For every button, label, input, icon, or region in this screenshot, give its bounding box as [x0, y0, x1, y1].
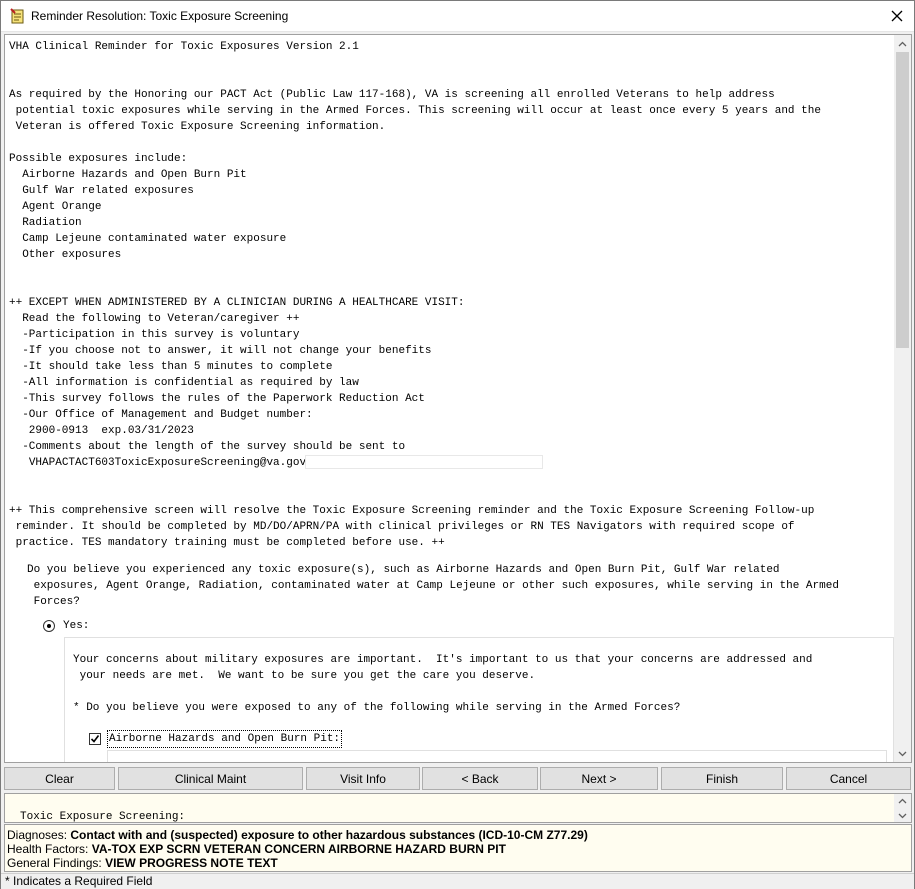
- email-address: VHAPACTACT603ToxicExposureScreening@va.g…: [28, 457, 307, 469]
- health-factors-label: Health Factors:: [7, 842, 89, 856]
- required-field-note: * Indicates a Required Field: [5, 874, 153, 888]
- back-button[interactable]: < Back: [422, 767, 538, 790]
- text-line: ++ This comprehensive screen will resolv…: [9, 505, 815, 517]
- button-bar: Clear Clinical Maint Visit Info < Back N…: [4, 767, 913, 791]
- text-line: Radiation: [9, 217, 82, 229]
- airborne-option[interactable]: Airborne Hazards and Open Burn Pit:: [89, 730, 343, 748]
- diagnoses-value: Contact with and (suspected) exposure to…: [70, 828, 588, 842]
- scroll-down-icon[interactable]: [894, 745, 911, 762]
- text-line: [9, 55, 821, 71]
- text-line: Possible exposures include:: [9, 153, 188, 165]
- general-findings-value: VIEW PROGRESS NOTE TEXT: [105, 856, 278, 870]
- cancel-button[interactable]: Cancel: [786, 767, 911, 790]
- text-line: Veteran is offered Toxic Exposure Screen…: [9, 121, 386, 133]
- airborne-checkbox[interactable]: [89, 733, 101, 745]
- text-line: -Our Office of Management and Budget num…: [9, 409, 313, 421]
- text-line: ++ EXCEPT WHEN ADMINISTERED BY A CLINICI…: [9, 297, 465, 309]
- clear-button[interactable]: Clear: [4, 767, 115, 790]
- exposure-question: Do you believe you experienced any toxic…: [27, 562, 839, 610]
- text-line: -All information is confidential as requ…: [9, 377, 359, 389]
- next-button[interactable]: Next >: [540, 767, 658, 790]
- text-line: Gulf War related exposures: [9, 185, 194, 197]
- concerns-line: * Do you believe you were exposed to any…: [73, 702, 681, 714]
- text-line: [9, 471, 821, 487]
- text-line: Agent Orange: [9, 201, 102, 213]
- preview-scrollbar[interactable]: [894, 794, 911, 822]
- window-title: Reminder Resolution: Toxic Exposure Scre…: [31, 9, 289, 23]
- diagnoses-label: Diagnoses:: [7, 828, 68, 842]
- finish-button[interactable]: Finish: [661, 767, 783, 790]
- text-line: -If you choose not to answer, it will no…: [9, 345, 432, 357]
- scroll-thumb[interactable]: [896, 52, 909, 348]
- clinical-maint-button[interactable]: Clinical Maint: [118, 767, 303, 790]
- text-line: [9, 71, 821, 87]
- text-line: practice. TES mandatory training must be…: [9, 537, 445, 549]
- yes-label: Yes:: [63, 620, 90, 632]
- concerns-line: Your concerns about military exposures a…: [73, 654, 813, 666]
- close-button[interactable]: [880, 1, 914, 31]
- checkmark-icon: [90, 735, 100, 743]
- yes-option[interactable]: Yes:: [43, 618, 89, 634]
- title-bar: Reminder Resolution: Toxic Exposure Scre…: [1, 1, 914, 32]
- resolution-info: Diagnoses: Contact with and (suspected) …: [4, 824, 912, 872]
- text-line: [9, 279, 821, 295]
- text-line: Camp Lejeune contaminated water exposure: [9, 233, 287, 245]
- question-line: Do you believe you experienced any toxic…: [27, 564, 780, 576]
- reminder-content[interactable]: VHA Clinical Reminder for Toxic Exposure…: [4, 34, 912, 763]
- text-line: Airborne Hazards and Open Burn Pit: [9, 169, 247, 181]
- close-icon: [891, 10, 903, 22]
- text-line: [9, 135, 821, 151]
- yes-subgroup: Your concerns about military exposures a…: [64, 637, 894, 762]
- intro-text: VHA Clinical Reminder for Toxic Exposure…: [9, 39, 821, 551]
- reminder-dialog: Reminder Resolution: Toxic Exposure Scre…: [0, 0, 915, 889]
- text-line: -Comments about the length of the survey…: [9, 441, 406, 453]
- text-line: Other exposures: [9, 249, 122, 261]
- content-scrollbar[interactable]: [894, 35, 911, 762]
- email-field[interactable]: [305, 455, 544, 469]
- scroll-down-icon[interactable]: [894, 807, 911, 822]
- text-line: potential toxic exposures while serving …: [9, 105, 821, 117]
- text-line: -It should take less than 5 minutes to c…: [9, 361, 333, 373]
- text-line: [9, 263, 821, 279]
- note-preview[interactable]: Toxic Exposure Screening:: [4, 793, 912, 823]
- question-line: exposures, Agent Orange, Radiation, cont…: [27, 580, 839, 592]
- text-line: 2900-0913 exp.03/31/2023: [9, 425, 194, 437]
- concerns-line: [73, 684, 812, 700]
- airborne-label: Airborne Hazards and Open Burn Pit:: [107, 730, 343, 748]
- general-findings-label: General Findings:: [7, 856, 102, 870]
- text-line: -Participation in this survey is volunta…: [9, 329, 300, 341]
- scroll-up-icon[interactable]: [894, 35, 911, 52]
- concerns-text: Your concerns about military exposures a…: [73, 652, 812, 716]
- email-line: VHAPACTACT603ToxicExposureScreening@va.g…: [9, 455, 821, 471]
- diagnoses-row: Diagnoses: Contact with and (suspected) …: [7, 828, 909, 842]
- health-factors-value: VA-TOX EXP SCRN VETERAN CONCERN AIRBORNE…: [91, 842, 506, 856]
- text-line: VHA Clinical Reminder for Toxic Exposure…: [9, 41, 359, 53]
- health-factors-row: Health Factors: VA-TOX EXP SCRN VETERAN …: [7, 842, 909, 856]
- general-findings-row: General Findings: VIEW PROGRESS NOTE TEX…: [7, 856, 909, 870]
- text-line: Read the following to Veteran/caregiver …: [9, 313, 300, 325]
- status-bar: * Indicates a Required Field: [1, 873, 914, 889]
- notepad-icon: [9, 8, 26, 25]
- yes-radio[interactable]: [43, 620, 55, 632]
- text-line: As required by the Honoring our PACT Act…: [9, 89, 775, 101]
- text-line: -This survey follows the rules of the Pa…: [9, 393, 425, 405]
- preview-text: Toxic Exposure Screening:: [20, 811, 186, 823]
- visit-info-button[interactable]: Visit Info: [306, 767, 420, 790]
- airborne-subgroup: [107, 750, 887, 762]
- text-line: reminder. It should be completed by MD/D…: [9, 521, 795, 533]
- question-line: Forces?: [27, 596, 80, 608]
- text-line: [9, 487, 821, 503]
- concerns-line: your needs are met. We want to be sure y…: [73, 670, 536, 682]
